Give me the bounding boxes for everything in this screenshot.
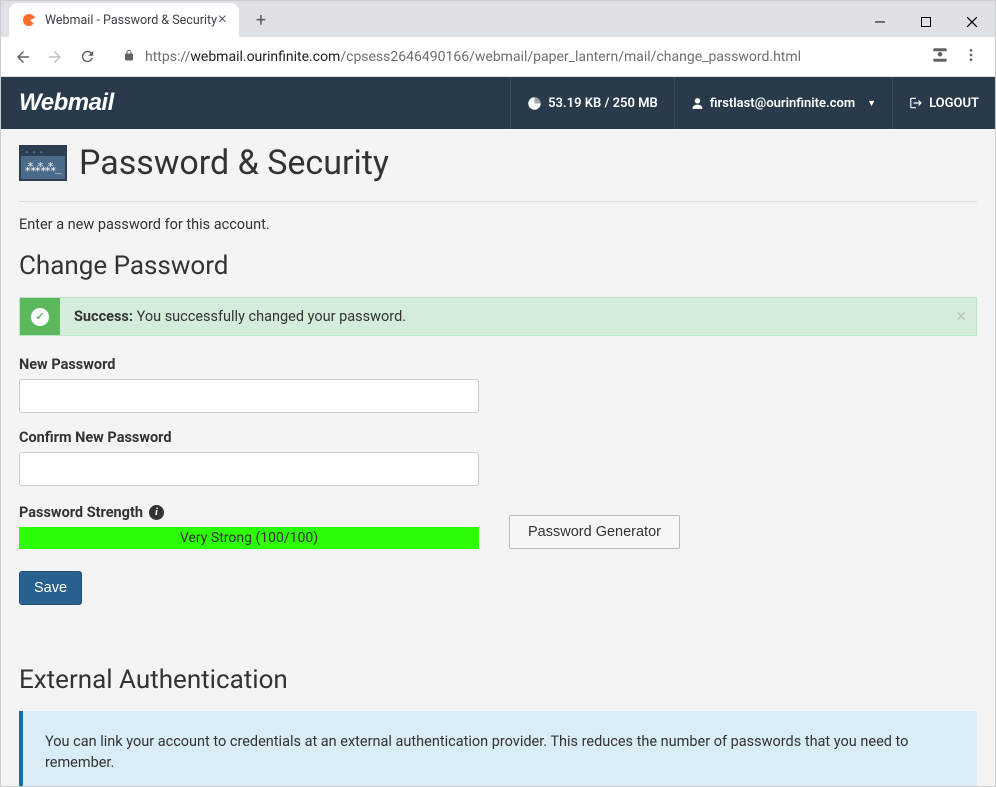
change-password-heading: Change Password [19,251,977,281]
menu-icon[interactable] [963,47,979,67]
browser-tab[interactable]: Webmail - Password & Security × [9,3,239,37]
browser-title-bar: Webmail - Password & Security × + [1,1,995,37]
logout-icon [909,96,923,110]
strength-bar: Very Strong (100/100) [19,527,479,549]
account-icon[interactable] [931,46,949,68]
external-auth-info: You can link your account to credentials… [19,711,977,786]
address-bar: https://webmail.ourinfinite.com/cpsess26… [1,37,995,77]
maximize-button[interactable] [903,7,949,37]
pie-icon [527,96,542,111]
alert-body: Success: You successfully changed your p… [60,298,976,335]
browser-window: Webmail - Password & Security × + https:… [0,0,996,787]
save-button[interactable]: Save [19,571,82,605]
alert-text: You successfully changed your password. [133,308,406,325]
window-controls [857,7,995,37]
tab-title: Webmail - Password & Security [45,13,217,28]
webmail-logo[interactable]: Webmail [1,89,510,117]
alert-label: Success: [74,308,133,325]
page-title-icon: ● ● ● [19,145,67,181]
reload-button[interactable] [73,43,101,71]
new-password-input[interactable] [19,379,479,413]
new-tab-button[interactable]: + [247,6,275,34]
tab-favicon [21,12,37,28]
minimize-button[interactable] [857,7,903,37]
back-button[interactable] [9,43,37,71]
quota-section[interactable]: 53.19 KB / 250 MB [510,77,674,129]
success-alert: ✓ Success: You successfully changed your… [19,297,977,336]
user-email: firstlast@ourinfinite.com [710,96,855,111]
password-generator-button[interactable]: Password Generator [509,515,680,549]
new-password-label: New Password [19,356,977,373]
quota-text: 53.19 KB / 250 MB [548,96,658,111]
separator [19,201,977,202]
confirm-password-label: Confirm New Password [19,429,977,446]
confirm-password-input[interactable] [19,452,479,486]
info-icon[interactable]: i [149,505,164,520]
lock-icon [123,49,135,65]
close-window-button[interactable] [949,7,995,37]
intro-text: Enter a new password for this account. [19,216,977,233]
external-auth-heading: External Authentication [19,665,977,695]
user-icon [691,97,704,110]
forward-button[interactable] [41,43,69,71]
logout-label: LOGOUT [929,96,979,111]
user-dropdown[interactable]: firstlast@ourinfinite.com ▼ [674,77,892,129]
url-field[interactable]: https://webmail.ourinfinite.com/cpsess26… [111,42,921,72]
url-text: https://webmail.ourinfinite.com/cpsess26… [145,49,801,65]
page-body: ● ● ● Password & Security Enter a new pa… [1,129,995,786]
page-title: Password & Security [79,143,389,183]
alert-icon-column: ✓ [20,298,60,335]
logout-button[interactable]: LOGOUT [892,77,995,129]
chevron-down-icon: ▼ [867,98,876,109]
page-viewport: Webmail 53.19 KB / 250 MB firstlast@ouri… [1,77,995,786]
check-icon: ✓ [31,308,49,326]
webmail-header: Webmail 53.19 KB / 250 MB firstlast@ouri… [1,77,995,129]
strength-label: Password Strength [19,504,143,521]
alert-close-button[interactable]: × [956,306,966,327]
tab-close-button[interactable]: × [218,11,227,29]
